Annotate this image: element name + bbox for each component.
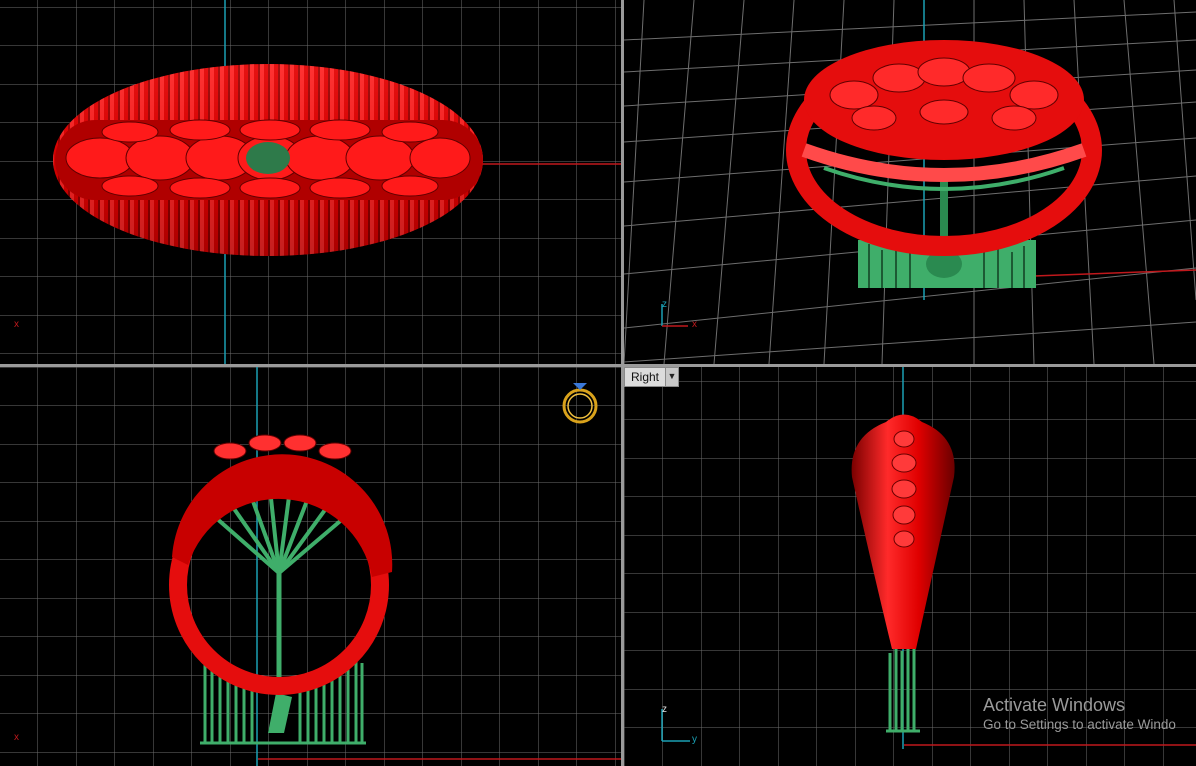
watermark-title: Activate Windows (983, 695, 1126, 715)
viewport-splitter-vertical[interactable] (621, 0, 624, 766)
ring-front-view (53, 64, 483, 256)
x-axis-letter: x (14, 319, 19, 330)
viewport-bottom-left[interactable]: x (0, 367, 621, 766)
z-axis-letter: z (662, 704, 667, 715)
x-axis-letter: x (692, 319, 697, 330)
activation-watermark: Activate Windows Go to Settings to activ… (983, 694, 1176, 734)
y-axis-letter: y (692, 734, 697, 745)
viewport-name[interactable]: Right (625, 368, 665, 386)
viewport-splitter-horizontal[interactable] (0, 364, 1196, 367)
grid-top-right (624, 0, 1196, 364)
viewport-top-right[interactable]: z x (624, 0, 1196, 364)
z-axis-letter: z (662, 299, 667, 310)
viewport-top-left[interactable]: x (0, 0, 621, 364)
chevron-down-icon[interactable]: ▼ (665, 368, 679, 386)
x-axis-line (1033, 269, 1196, 277)
viewport-label[interactable]: Right ▼ (624, 367, 680, 387)
watermark-subtitle: Go to Settings to activate Windo (983, 717, 1176, 732)
grid-bottom-left (0, 367, 621, 766)
ring-perspective-view (786, 40, 1102, 288)
grid-top-left (0, 0, 621, 364)
x-axis-letter: x (14, 732, 19, 743)
